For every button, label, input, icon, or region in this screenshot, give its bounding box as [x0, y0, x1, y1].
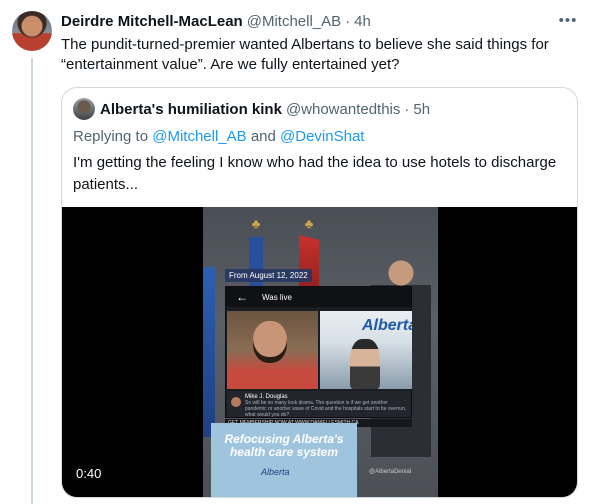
- quote-time: 5h: [413, 100, 431, 118]
- reply-user-link[interactable]: @DevinShat: [280, 128, 364, 145]
- stream-comment: Mike J. Douglas So will be so many look …: [227, 391, 411, 418]
- brand-text: Alberta: [362, 317, 412, 334]
- comment-text: So will be so many look drama. The quest…: [245, 400, 407, 418]
- quote-avatar: [73, 98, 95, 120]
- quote-header: Alberta's humiliation kink @whowantedthi…: [73, 98, 430, 120]
- replying-prefix: Replying to: [73, 128, 153, 145]
- reply-user-link[interactable]: @Mitchell_AB: [152, 128, 246, 145]
- video-frame: ♣ ♣ From August 12, 2022 ← Was live Albe…: [203, 207, 438, 497]
- maple-leaf-icon: ♣: [304, 216, 314, 231]
- person-figure: [350, 339, 380, 389]
- livestream-bar: ← Was live: [226, 287, 411, 307]
- date-chip: From August 12, 2022: [225, 269, 312, 282]
- podium-signature: Alberta: [261, 467, 290, 477]
- quote-text: I'm getting the feeling I know who had t…: [73, 154, 557, 193]
- thread-line: [31, 58, 33, 504]
- maple-leaf-icon: ♣: [251, 216, 261, 231]
- separator: ·: [345, 12, 351, 30]
- author-handle[interactable]: @Mitchell_AB: [247, 13, 341, 30]
- quoted-tweet[interactable]: Alberta's humiliation kink @whowantedthi…: [61, 87, 578, 498]
- commenter-avatar: [231, 397, 241, 407]
- avatar[interactable]: [12, 11, 52, 51]
- more-horizontal-icon[interactable]: •••: [557, 9, 579, 31]
- podium-sign: Refocusing Alberta's health care system …: [211, 423, 357, 497]
- tweet-time[interactable]: 4h: [354, 13, 371, 30]
- quote-separator: ·: [404, 100, 410, 118]
- tweet-text: The pundit-turned-premier wanted Alberta…: [61, 36, 549, 73]
- video-duration: 0:40: [76, 466, 102, 481]
- person-figure: [253, 321, 287, 363]
- quote-author-name: Alberta's humiliation kink: [100, 100, 282, 118]
- tweet-header: Deirdre Mitchell-MacLean @Mitchell_AB · …: [61, 11, 577, 31]
- podium-text: Refocusing Alberta's health care system: [224, 432, 344, 459]
- reply-and: and: [246, 128, 281, 145]
- watermark: @AlbertaDenial: [369, 469, 412, 475]
- livestream-panel: ← Was live Alberta Mike J. Douglas So wi…: [225, 286, 412, 418]
- author-name[interactable]: Deirdre Mitchell-MacLean: [61, 13, 243, 30]
- camera-right: Alberta: [320, 311, 412, 389]
- arrow-left-icon: ←: [236, 290, 248, 304]
- quote-author-handle: @whowantedthis: [285, 100, 401, 118]
- video-player[interactable]: ♣ ♣ From August 12, 2022 ← Was live Albe…: [62, 207, 577, 497]
- flag: [203, 267, 215, 437]
- camera-left: [227, 311, 318, 389]
- live-label: Was live: [262, 292, 292, 302]
- replying-to: Replying to @Mitchell_AB and @DevinShat: [73, 128, 364, 145]
